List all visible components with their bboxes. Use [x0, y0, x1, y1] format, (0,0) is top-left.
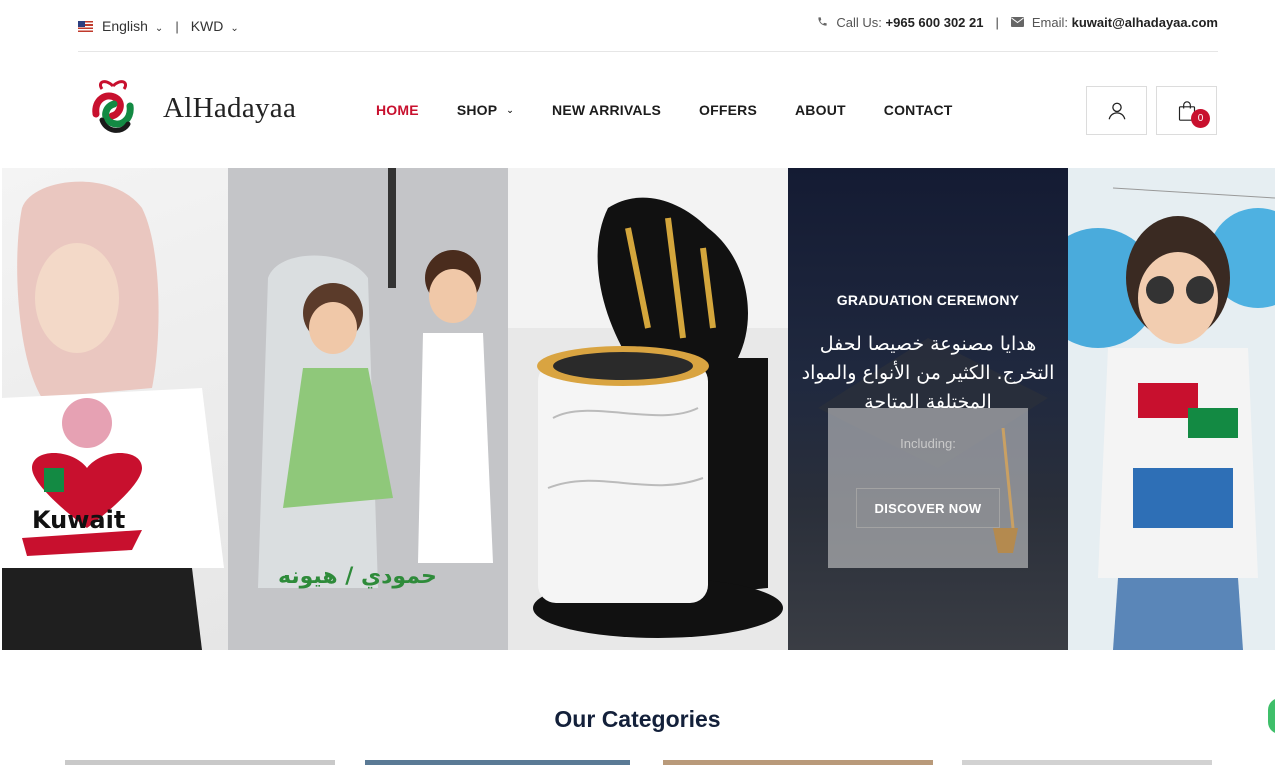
- whatsapp-chat-icon[interactable]: [1268, 698, 1275, 734]
- main-nav: HOME SHOP ⌄ NEW ARRIVALS OFFERS ABOUT CON…: [376, 102, 991, 118]
- hero-promo-graduation[interactable]: GRADUATION CEREMONY هدايا مصنوعة خصيصا ل…: [788, 168, 1068, 650]
- section-heading-categories: Our Categories: [554, 706, 721, 732]
- language-selector[interactable]: English ⌄: [102, 18, 163, 34]
- email-label: Email:: [1031, 15, 1069, 30]
- category-card[interactable]: [65, 760, 335, 765]
- chevron-down-icon: ⌄: [506, 104, 515, 115]
- hero-image-incense-burner[interactable]: [508, 168, 788, 650]
- nav-offers[interactable]: OFFERS: [699, 102, 757, 118]
- user-icon: [1108, 102, 1125, 119]
- nav-home[interactable]: HOME: [376, 102, 419, 118]
- hero-image-girl-tshirt[interactable]: [1068, 168, 1275, 650]
- category-card[interactable]: [365, 760, 630, 765]
- brand-logo-icon[interactable]: [88, 76, 138, 138]
- nav-new-arrivals[interactable]: NEW ARRIVALS: [552, 102, 661, 118]
- divider: |: [175, 18, 179, 34]
- envelope-icon: [1010, 16, 1024, 30]
- promo-title: GRADUATION CEREMONY: [836, 292, 1020, 308]
- phone-icon: [817, 16, 828, 30]
- discover-now-button[interactable]: DISCOVER NOW: [856, 488, 1000, 528]
- promo-subtitle: Including:: [900, 436, 956, 451]
- phone-number[interactable]: +965 600 302 21: [886, 15, 984, 30]
- chevron-down-icon: ⌄: [230, 23, 239, 34]
- call-label: Call Us:: [836, 15, 882, 30]
- category-card[interactable]: [962, 760, 1212, 765]
- top-bar: English ⌄ | KWD ⌄ Call Us: +965 600 302 21…: [78, 0, 1218, 52]
- category-card[interactable]: [663, 760, 933, 765]
- topbar-left: English ⌄ | KWD ⌄: [78, 18, 239, 34]
- nav-shop-label: SHOP: [456, 102, 498, 118]
- promo-arabic-text: هدايا مصنوعة خصيصا لحفل التخرج. الكثير م…: [801, 333, 1055, 413]
- nav-about[interactable]: ABOUT: [795, 102, 846, 118]
- svg-text:حمودي / هيونه: حمودي / هيونه: [278, 564, 437, 589]
- hero-banner: Kuwait حمودي / هيونه GRADUATION CEREMONY…: [2, 168, 1275, 650]
- topbar-contact: Call Us: +965 600 302 21 | Email: kuwait…: [817, 15, 1218, 30]
- nav-contact[interactable]: CONTACT: [884, 102, 953, 118]
- currency-label: KWD: [190, 18, 224, 34]
- nav-shop[interactable]: SHOP ⌄: [457, 102, 514, 118]
- hero-image-acrylic-keychain[interactable]: حمودي / هيونه: [228, 168, 508, 650]
- hero-image-tshirt-woman[interactable]: Kuwait: [2, 168, 228, 650]
- currency-selector[interactable]: KWD ⌄: [191, 18, 239, 34]
- cart-count-badge: 0: [1191, 109, 1210, 128]
- category-thumbnails: [0, 760, 1275, 765]
- svg-text:Kuwait: Kuwait: [32, 506, 125, 534]
- language-label: English: [102, 18, 148, 34]
- us-flag-icon: [78, 20, 93, 32]
- chevron-down-icon: ⌄: [154, 23, 164, 34]
- brand-name[interactable]: AlHadayaa: [163, 92, 296, 125]
- divider: |: [995, 15, 999, 30]
- cart-button[interactable]: 0: [1156, 86, 1217, 135]
- account-button[interactable]: [1086, 86, 1147, 135]
- email-link[interactable]: kuwait@alhadayaa.com: [1072, 15, 1218, 30]
